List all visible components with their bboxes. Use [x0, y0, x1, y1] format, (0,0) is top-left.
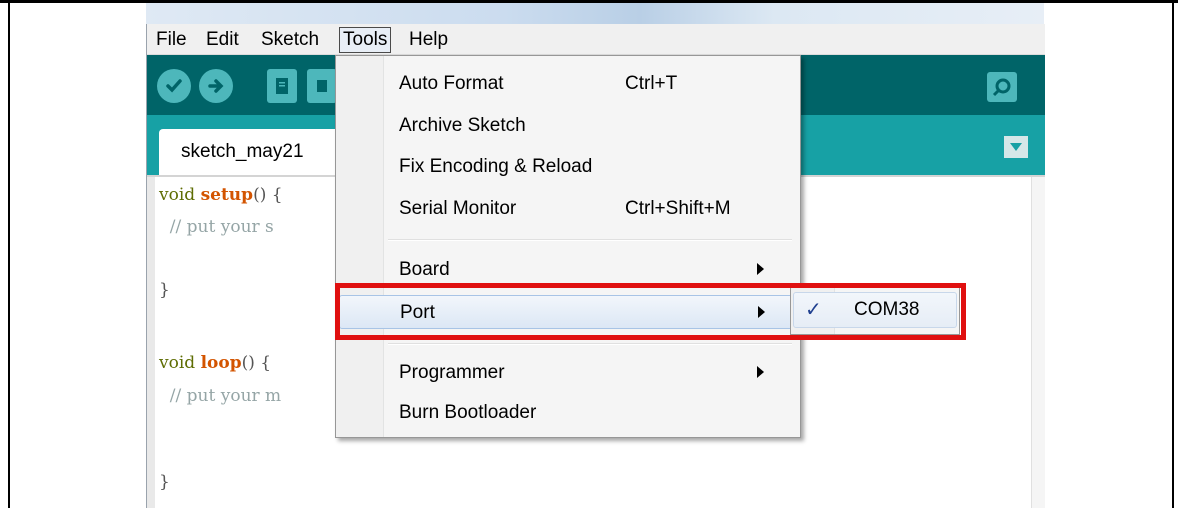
annotation-highlight-box	[335, 283, 966, 340]
frame-left-border	[8, 0, 10, 508]
frame-right-border	[1172, 0, 1174, 508]
keyword: void	[159, 353, 201, 373]
menu-item-label: Auto Format	[399, 73, 504, 94]
code-line: }	[159, 472, 170, 492]
menu-item-shortcut: Ctrl+Shift+M	[625, 198, 731, 219]
code-text: () {	[241, 353, 272, 373]
vertical-scrollbar[interactable]	[1031, 177, 1045, 508]
menu-tools[interactable]: Tools	[339, 27, 392, 53]
menu-separator	[388, 343, 792, 345]
verify-icon	[166, 79, 182, 93]
menu-help[interactable]: Help	[406, 27, 451, 53]
menu-item-label: Serial Monitor	[399, 198, 517, 219]
upload-icon	[208, 79, 224, 93]
submenu-arrow-icon	[757, 366, 764, 378]
serial-monitor-button[interactable]	[987, 72, 1017, 102]
menu-item-label: Board	[399, 259, 450, 280]
editor-gutter	[147, 177, 155, 508]
upload-button[interactable]	[199, 69, 233, 103]
verify-button[interactable]	[157, 69, 191, 103]
menu-file[interactable]: File	[153, 27, 190, 53]
menu-separator	[388, 239, 792, 241]
tab-sketch[interactable]: sketch_may21	[159, 129, 359, 175]
menu-item-label: Programmer	[399, 362, 505, 383]
menu-item-fix-encoding[interactable]: Fix Encoding & Reload	[339, 150, 797, 184]
menu-item-board[interactable]: Board	[339, 253, 797, 287]
menu-item-auto-format[interactable]: Auto Format Ctrl+T	[339, 67, 797, 101]
window-title-bar	[146, 3, 1044, 24]
function-name: loop	[200, 353, 242, 373]
menu-edit[interactable]: Edit	[203, 27, 242, 53]
tab-label: sketch_may21	[181, 141, 304, 162]
new-file-icon	[276, 78, 288, 94]
menu-item-shortcut: Ctrl+T	[625, 73, 678, 94]
open-button[interactable]	[307, 69, 337, 103]
submenu-arrow-icon	[757, 263, 764, 275]
serial-monitor-icon	[992, 78, 1011, 97]
menu-item-label: Fix Encoding & Reload	[399, 156, 593, 177]
menu-item-programmer[interactable]: Programmer	[339, 356, 797, 390]
new-button[interactable]	[267, 69, 297, 103]
tab-menu-button[interactable]	[1004, 136, 1028, 158]
code-line: void loop() {	[159, 353, 271, 373]
menu-bar: File Edit Sketch Tools Help	[147, 24, 1045, 55]
menu-item-serial-monitor[interactable]: Serial Monitor Ctrl+Shift+M	[339, 192, 797, 226]
keyword: void	[159, 185, 201, 205]
menu-sketch[interactable]: Sketch	[258, 27, 322, 53]
tools-dropdown-menu: Auto Format Ctrl+T Archive Sketch Fix En…	[335, 55, 801, 438]
code-text: () {	[253, 185, 283, 205]
function-name: setup	[200, 185, 254, 205]
code-line: void setup() {	[159, 185, 283, 205]
code-line: }	[159, 280, 170, 300]
code-line: // put your m	[159, 386, 282, 406]
menu-item-label: Burn Bootloader	[399, 402, 537, 423]
menu-item-archive-sketch[interactable]: Archive Sketch	[339, 109, 797, 143]
chevron-down-icon	[1010, 143, 1022, 151]
open-icon	[317, 80, 327, 92]
menu-item-burn-bootloader[interactable]: Burn Bootloader	[339, 396, 797, 430]
menu-item-label: Archive Sketch	[399, 115, 526, 136]
code-line: // put your s	[159, 217, 274, 237]
